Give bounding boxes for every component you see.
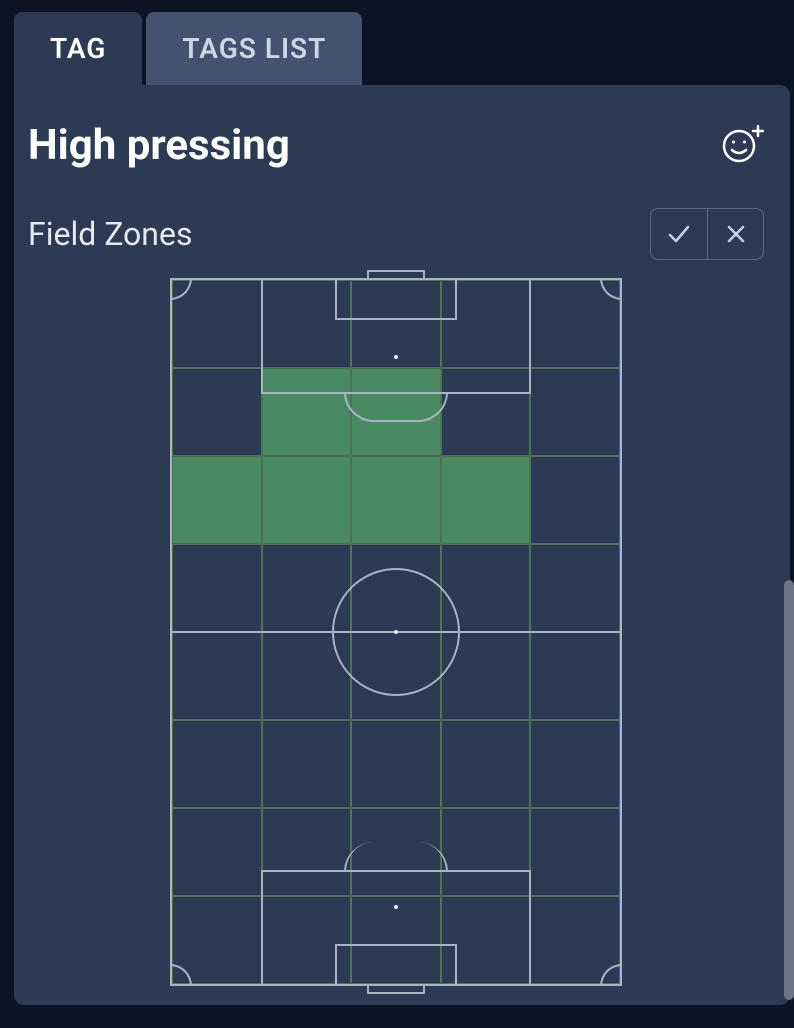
- panel: High pressing Field Zones: [14, 85, 790, 1005]
- zone-cell[interactable]: [172, 368, 262, 456]
- zone-cell[interactable]: [172, 456, 262, 544]
- zone-cell[interactable]: [351, 456, 441, 544]
- emoji-add-icon[interactable]: [720, 125, 764, 167]
- center-dot: [394, 630, 398, 634]
- zone-cell[interactable]: [530, 456, 620, 544]
- zone-cell[interactable]: [262, 456, 352, 544]
- zone-cell[interactable]: [172, 632, 262, 720]
- zone-cell[interactable]: [441, 456, 531, 544]
- zone-cell[interactable]: [441, 720, 531, 808]
- six-yard-box-top: [335, 280, 457, 320]
- tab-tag[interactable]: TAG: [14, 12, 142, 85]
- section-row: Field Zones: [28, 208, 764, 260]
- title-row: High pressing: [28, 121, 764, 170]
- penalty-arc-top: [344, 392, 448, 422]
- section-label: Field Zones: [28, 215, 192, 253]
- penalty-spot-bottom: [394, 905, 398, 909]
- zone-cell[interactable]: [530, 368, 620, 456]
- goal-top: [367, 270, 425, 280]
- pitch-wrap: [28, 278, 764, 986]
- goal-bottom: [367, 984, 425, 994]
- zone-cell[interactable]: [530, 544, 620, 632]
- zone-cell[interactable]: [530, 808, 620, 896]
- tabs: TAG TAGS LIST: [0, 0, 794, 85]
- penalty-arc-bottom: [344, 842, 448, 872]
- zone-cell[interactable]: [351, 720, 441, 808]
- scrollbar[interactable]: [784, 580, 794, 1000]
- cancel-button[interactable]: [707, 209, 763, 259]
- zone-cell[interactable]: [530, 632, 620, 720]
- page-title: High pressing: [28, 121, 290, 170]
- penalty-spot-top: [394, 355, 398, 359]
- zone-cell[interactable]: [172, 544, 262, 632]
- zone-cell[interactable]: [530, 720, 620, 808]
- zone-cell[interactable]: [262, 720, 352, 808]
- confirm-button[interactable]: [651, 209, 707, 259]
- zone-cell[interactable]: [172, 808, 262, 896]
- tab-tags-list[interactable]: TAGS LIST: [146, 12, 362, 85]
- zone-cell[interactable]: [172, 720, 262, 808]
- pitch: [170, 278, 622, 986]
- action-group: [650, 208, 764, 260]
- six-yard-box-bottom: [335, 944, 457, 984]
